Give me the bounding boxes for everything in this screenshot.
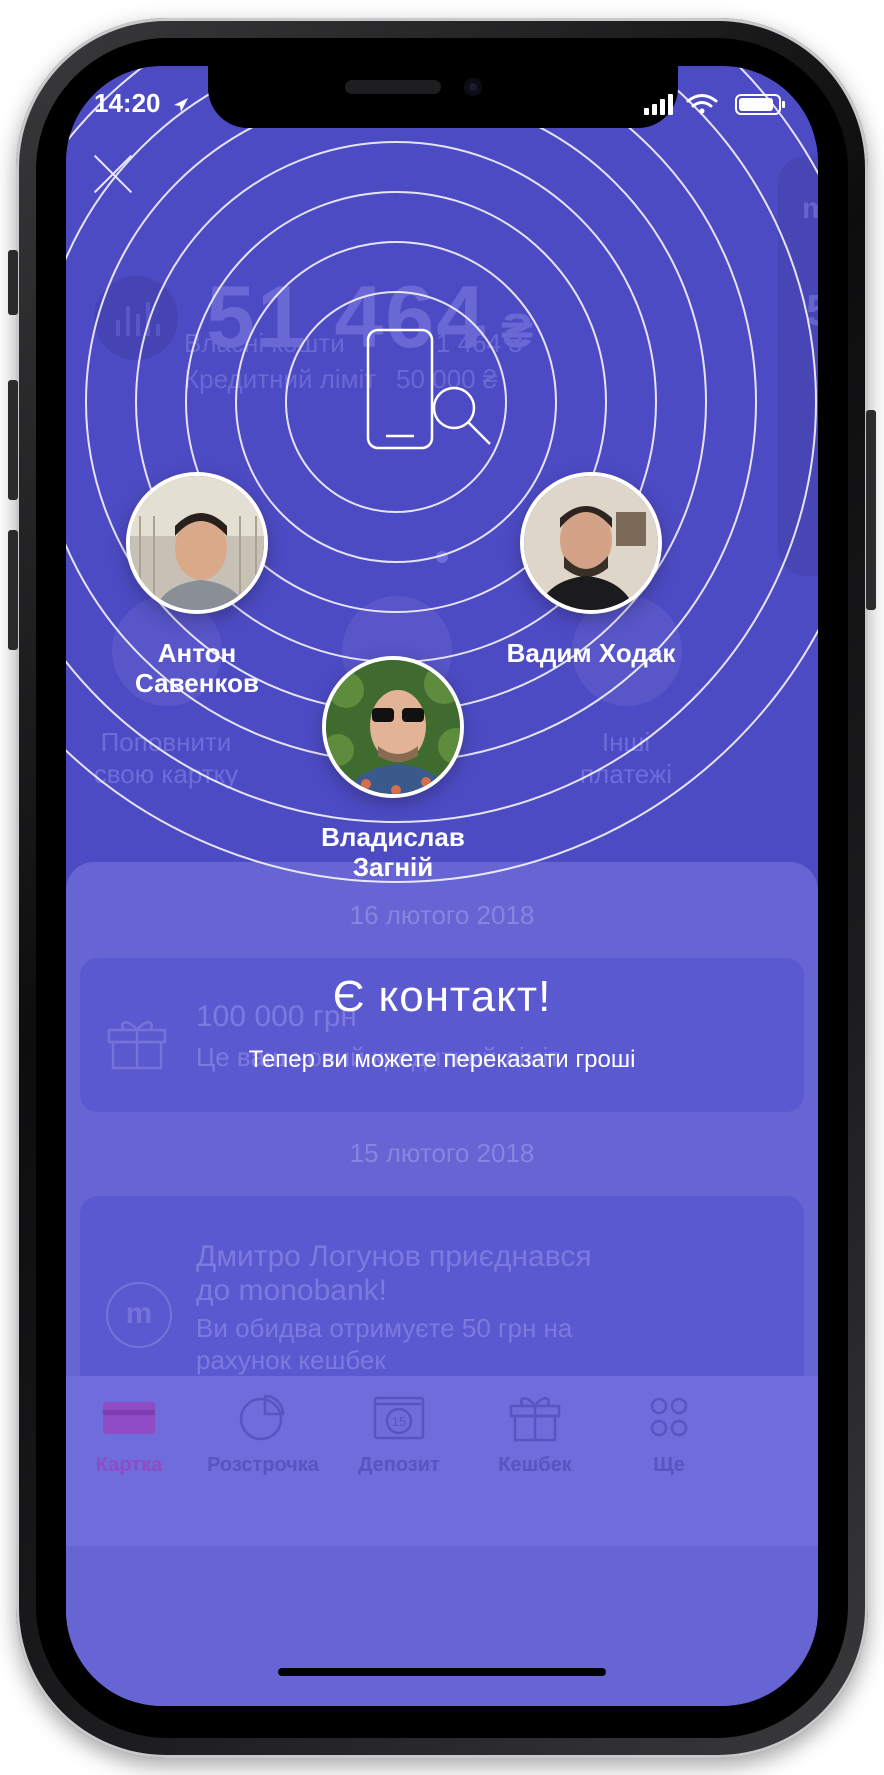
contact-vladyslav[interactable]: Владислав Загній: [288, 656, 498, 882]
topup-label: Поповнити свою картку: [93, 727, 239, 789]
feed-date: 16 лютого 2018: [349, 900, 535, 930]
feed-card-subtitle: Ви обидва отримуєте 50 грн на рахунок ке…: [196, 1313, 573, 1375]
match-subtitle: Тепер ви можете переказати гроші: [248, 1046, 636, 1073]
contact-anton[interactable]: Антон Савенков: [102, 472, 292, 698]
close-button[interactable]: [92, 152, 136, 196]
own-funds-label: Власні кошти: [184, 328, 345, 358]
calendar-15-icon: 15: [373, 1396, 425, 1440]
screen: 51 464 ₴ Власні кошти 1 464 ₴ Кредитний л…: [66, 66, 818, 1706]
volume-up-button: [8, 380, 18, 500]
status-time: 14:20: [94, 88, 190, 119]
notch: [208, 66, 678, 128]
more-grid-icon: [650, 1397, 688, 1437]
feed-date: 15 лютого 2018: [349, 1138, 535, 1168]
wifi-icon: [686, 94, 718, 114]
svg-text:15: 15: [392, 1414, 406, 1429]
tab-bar: Картка Розстрочка 15 Депозит Кешбек Ще: [66, 1376, 818, 1546]
other-payments-label: Інші платежі: [579, 727, 673, 789]
battery-icon: [735, 94, 785, 115]
tab-installments[interactable]: Розстрочка: [188, 1392, 338, 1477]
home-indicator[interactable]: [278, 1668, 606, 1676]
tab-card[interactable]: Картка: [66, 1392, 204, 1477]
contact-name: Владислав Загній: [321, 822, 465, 882]
page-indicator: [436, 551, 448, 563]
next-card-preview[interactable]: mo 53: [778, 156, 818, 576]
silent-switch: [8, 250, 18, 315]
location-arrow-icon: [173, 98, 188, 113]
monobank-logo-icon: m: [106, 1282, 172, 1348]
contact-name: Антон Савенков: [135, 638, 259, 698]
tab-cashback[interactable]: Кешбек: [460, 1392, 610, 1477]
match-title: Є контакт!: [332, 972, 552, 1021]
background-app: 51 464 ₴ Власні кошти 1 464 ₴ Кредитний л…: [66, 66, 818, 1706]
front-camera: [464, 78, 482, 96]
volume-down-button: [8, 530, 18, 650]
speaker: [345, 80, 441, 94]
gift-icon: [509, 1397, 561, 1442]
avatar: [520, 472, 662, 614]
power-button: [866, 410, 876, 610]
signal-icon: [644, 94, 673, 115]
contact-vadym[interactable]: Вадим Ходак: [486, 472, 696, 668]
contact-name: Вадим Ходак: [506, 638, 676, 668]
credit-limit-label: Кредитний ліміт: [184, 364, 377, 394]
status-icons: [644, 94, 785, 115]
tab-deposit[interactable]: 15 Депозит: [324, 1392, 474, 1477]
avatar: [322, 656, 464, 798]
avatar: [126, 472, 268, 614]
feed-card-referral[interactable]: m Дмитро Логунов приєднався до monobank!…: [80, 1196, 804, 1396]
stats-icon[interactable]: [94, 276, 178, 360]
card-icon: [103, 1402, 155, 1434]
pie-chart-icon: [239, 1394, 285, 1441]
tab-more[interactable]: Ще: [594, 1392, 744, 1477]
phone-search-icon: [366, 328, 491, 450]
feed-card-title: Дмитро Логунов приєднався до monobank!: [196, 1240, 592, 1307]
